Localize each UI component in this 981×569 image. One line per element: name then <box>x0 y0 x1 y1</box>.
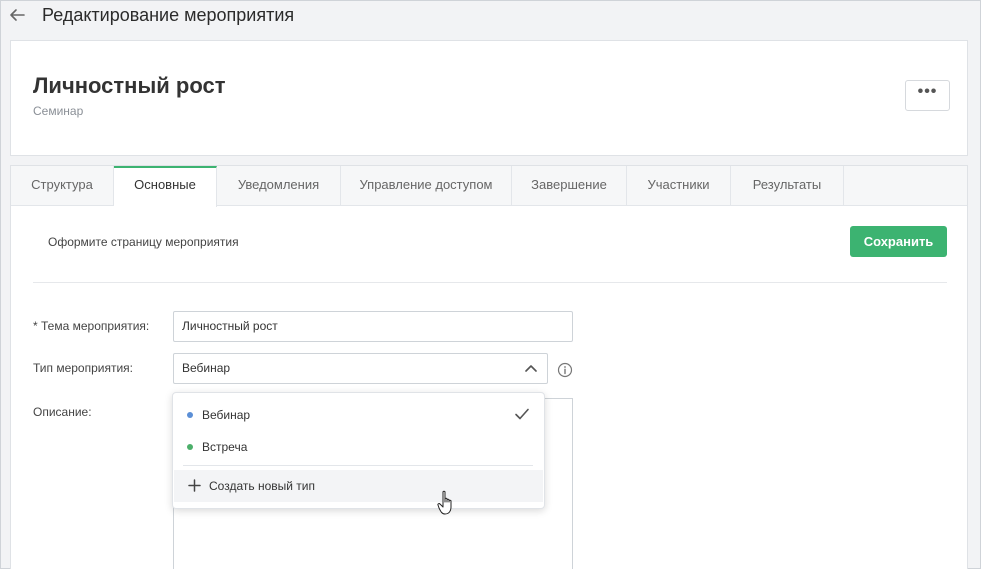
dropdown-option-meeting[interactable]: Встреча <box>173 431 544 463</box>
info-icon[interactable] <box>557 362 573 378</box>
tab-access-control[interactable]: Управление доступом <box>341 166 512 206</box>
dropdown-option-webinar[interactable]: Вебинар <box>173 399 544 431</box>
save-button[interactable]: Сохранить <box>850 226 947 257</box>
create-new-type-label: Создать новый тип <box>209 479 315 493</box>
tab-results[interactable]: Результаты <box>731 166 844 206</box>
type-select-value: Вебинар <box>182 361 231 375</box>
topic-label: * Тема мероприятия: <box>33 319 150 333</box>
status-dot-icon <box>187 444 193 450</box>
page-title: Редактирование мероприятия <box>42 5 295 25</box>
section-heading: Оформите страницу мероприятия <box>48 235 239 249</box>
dropdown-divider <box>183 465 533 466</box>
option-label: Встреча <box>202 440 248 454</box>
more-options-button[interactable]: ••• <box>905 80 950 111</box>
tab-completion[interactable]: Завершение <box>512 166 627 206</box>
plus-icon <box>188 479 201 492</box>
description-label: Описание: <box>33 405 92 419</box>
topic-input[interactable]: Личностный рост <box>173 311 573 342</box>
section-divider <box>33 282 947 283</box>
tab-notifications[interactable]: Уведомления <box>217 166 341 206</box>
event-header-card: Личностный рост Семинар ••• <box>10 40 968 156</box>
option-label: Вебинар <box>202 408 251 422</box>
create-new-type-button[interactable]: Создать новый тип <box>174 470 543 502</box>
top-bar: Редактирование мероприятия <box>0 0 981 34</box>
back-arrow-icon[interactable] <box>8 5 26 25</box>
type-select[interactable]: Вебинар <box>173 353 548 384</box>
tab-general[interactable]: Основные <box>114 166 217 207</box>
status-dot-icon <box>187 412 193 418</box>
checkmark-icon <box>515 408 529 420</box>
hand-cursor-icon <box>437 490 452 515</box>
type-dropdown-menu: Вебинар Встреча Создать новый тип <box>172 392 545 509</box>
chevron-up-icon <box>525 365 537 372</box>
type-label: Тип мероприятия: <box>33 361 134 375</box>
tab-participants[interactable]: Участники <box>627 166 731 206</box>
event-title: Личностный рост <box>33 73 226 98</box>
tab-bar: Структура Основные Уведомления Управлени… <box>11 166 967 207</box>
event-subtitle: Семинар <box>33 104 84 118</box>
tab-structure[interactable]: Структура <box>11 166 114 206</box>
